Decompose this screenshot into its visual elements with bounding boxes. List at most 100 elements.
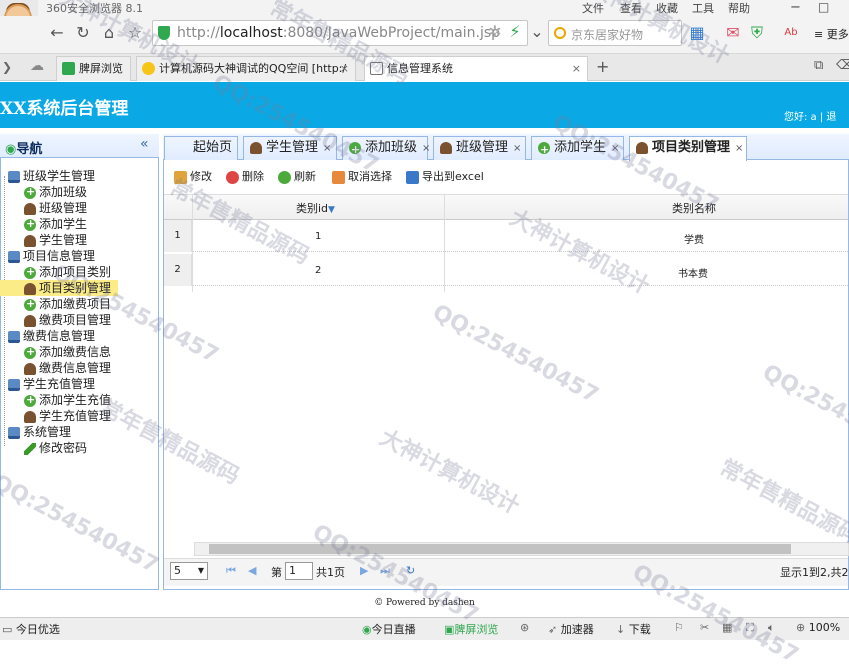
search-box[interactable]: 京东居家好物 [548,20,682,46]
status-live[interactable]: ◉今日直播 [362,621,416,637]
browser-tab-info[interactable]: 信息管理系统 × [364,56,588,81]
minimize-icon[interactable]: − [790,0,801,15]
browser-tab-screen[interactable]: 脾屏浏览 [56,56,131,81]
collapse-icon[interactable]: « [140,136,149,152]
page-number-input[interactable]: 1 [285,562,313,580]
nav-item-link[interactable]: 添加项目类别 [24,264,111,280]
menu-view[interactable]: 查看 [620,0,642,16]
scrollbar-thumb[interactable] [209,544,791,554]
home-icon[interactable]: ⌂ [98,22,120,44]
nav-item-link[interactable]: 班级管理 [24,200,87,216]
star-icon[interactable]: ☆ [124,22,146,44]
nav-item-link[interactable]: 添加学生充值 [24,392,111,408]
reload-page-icon[interactable]: ↻ [406,564,415,577]
nav-item-link[interactable]: 缴费信息管理 [24,360,111,376]
speed-icon[interactable]: ⚡ [504,21,526,43]
address-bar[interactable]: http://localhost:8080/JavaWebProject/mai… [152,20,528,46]
close-icon[interactable]: × [422,143,430,154]
more-menu[interactable]: ≡ 更多 [814,26,849,42]
security-icon[interactable]: ⛨ [746,22,768,44]
tab-0[interactable]: 起始页 [164,136,238,160]
close-icon[interactable]: × [513,143,521,154]
status-download[interactable]: ↓ 下载 [616,621,651,637]
nav-item-link[interactable]: 学生管理 [24,232,87,248]
tab-5[interactable]: 项目类别管理 × [629,136,747,161]
nav-item-link[interactable]: 添加缴费项目 [24,296,111,312]
compat-mode-icon[interactable]: ✲ [484,21,506,43]
cell-name: 书本费 [678,269,708,280]
nav-item-link[interactable]: 添加缴费信息 [24,344,111,360]
sidebar-toggle-icon[interactable]: ❯ [2,60,12,74]
trash-icon[interactable]: ⌫ [836,58,849,73]
tab-1[interactable]: 学生管理 × [243,136,337,160]
tab-label: 添加班级 [365,140,418,155]
tab-2[interactable]: 添加班级 × [342,136,430,161]
table-row[interactable] [164,254,848,286]
new-tab-button[interactable]: + [596,57,609,76]
menu-favorites[interactable]: 收藏 [656,0,678,16]
back-icon[interactable]: ← [46,22,68,44]
last-page-icon[interactable]: ⏭ [380,564,390,578]
tab-3[interactable]: 班级管理 × [433,136,526,160]
cancel-select-button[interactable]: 取消选择 [332,168,392,184]
prev-page-icon[interactable]: ◀ [248,564,256,577]
nav-item-group[interactable]: 班级学生管理 [8,168,95,184]
tab-4[interactable]: 添加学生 × [531,136,624,161]
horizontal-scrollbar[interactable] [194,542,849,556]
status-clip-icon[interactable]: ✂ [700,621,709,634]
nav-item-group[interactable]: 学生充值管理 [8,376,95,392]
status-accelerator[interactable]: ➶ 加速器 [548,621,594,637]
nav-item-group[interactable]: 系统管理 [8,424,71,440]
tab-list-icon[interactable]: ⧉ [814,58,823,73]
nav-title-text: 导航 [16,142,43,157]
reload-icon[interactable]: ↻ [72,22,94,44]
close-icon[interactable]: × [572,57,581,80]
cloud-icon[interactable]: ☁ [30,58,44,74]
status-screen[interactable]: ▣脾屏浏览 [444,621,498,637]
nav-item-link[interactable]: 学生充值管理 [24,408,111,424]
restore-icon[interactable]: □ [818,0,829,14]
nav-item-link[interactable]: 添加班级 [24,184,87,200]
next-page-icon[interactable]: ▶ [360,564,368,577]
status-sync-icon[interactable]: ⊛ [520,621,529,634]
first-page-icon[interactable]: ⏮ [226,564,236,578]
adblock-icon[interactable]: Ab [780,22,802,44]
page-size-select[interactable]: 5 ▼ [170,562,208,580]
export-button[interactable]: 导出到excel [406,168,484,184]
column-header-name[interactable]: 类别名称 [672,200,716,216]
apps-icon[interactable]: ▦ [686,22,708,44]
close-icon[interactable]: × [340,57,349,80]
delete-button[interactable]: 删除 [226,168,264,184]
browser-tab-qq[interactable]: 计算机源码大神调试的QQ空间 [http:/ × [136,56,356,81]
menu-file[interactable]: 文件 [582,0,604,16]
nav-item-link[interactable]: 缴费项目管理 [24,312,111,328]
dropdown-chevron-icon[interactable]: ⌄ [526,21,548,43]
status-flag-icon[interactable]: ⚐ [674,621,684,634]
zoom-level[interactable]: ⊕ 100% [796,621,840,634]
status-grid-icon[interactable]: ▦ [722,621,732,634]
refresh-button[interactable]: 刷新 [278,168,316,184]
volume-icon[interactable]: 🔈︎ [768,621,775,635]
nav-item-link[interactable]: 修改密码 [24,440,87,456]
add-icon [24,392,36,408]
user-greeting[interactable]: 您好: a | 退 [784,108,836,123]
mail-icon[interactable]: ✉ [722,22,744,44]
nav-item-link[interactable]: 项目类别管理 [0,280,118,296]
nav-item-group[interactable]: 项目信息管理 [8,248,95,264]
refresh-label: 刷新 [294,170,316,183]
status-today-picks[interactable]: ▭ 今日优选 [2,621,60,637]
user-icon [24,314,36,327]
export-label: 导出到excel [422,170,484,183]
column-header-id[interactable]: 类别id▼ [296,200,335,216]
close-icon[interactable]: × [611,143,619,154]
status-screenshot-icon[interactable]: ⛶ [746,621,754,635]
table-row[interactable] [164,220,848,252]
folder-icon [8,250,20,263]
nav-item-group[interactable]: 缴费信息管理 [8,328,95,344]
nav-item-link[interactable]: 添加学生 [24,216,87,232]
edit-button[interactable]: 修改 [174,168,212,184]
close-icon[interactable]: × [323,143,331,154]
close-icon[interactable]: × [735,143,743,154]
menu-help[interactable]: 帮助 [728,0,750,16]
menu-tools[interactable]: 工具 [692,0,714,16]
